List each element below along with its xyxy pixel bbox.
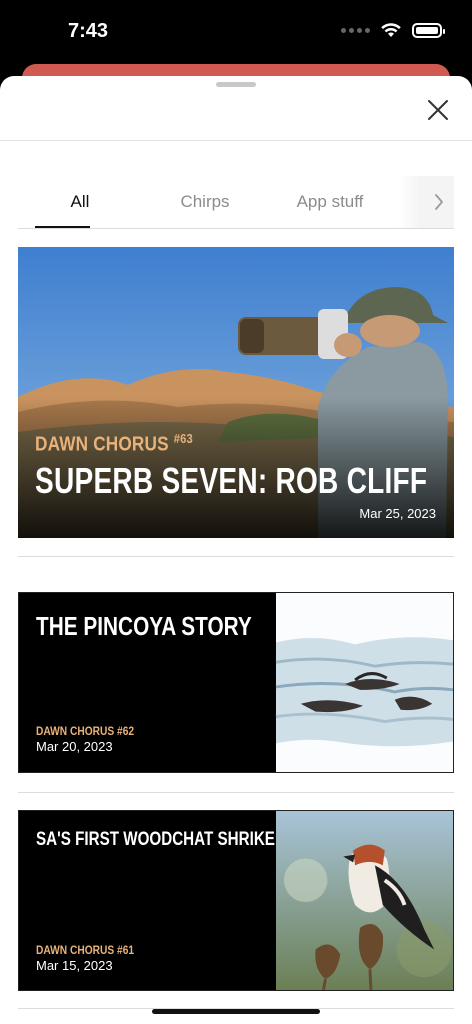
featured-series-number: #63 [173,431,193,446]
wifi-icon [381,23,401,37]
status-bar: 7:43 [0,0,472,66]
battery-icon [412,22,445,38]
article-text-panel: THE PINCOYA STORY DAWN CHORUS #62 Mar 20… [19,593,275,772]
home-indicator [152,1009,320,1014]
article-series: DAWN CHORUS #62 [36,724,135,738]
article-thumbnail [275,593,453,772]
close-button[interactable] [424,96,452,124]
chevron-right-icon [435,194,443,210]
article-date: Mar 20, 2023 [36,739,113,754]
article-card[interactable]: THE PINCOYA STORY DAWN CHORUS #62 Mar 20… [18,592,454,773]
article-title: SA'S FIRST WOODCHAT SHRIKE! [36,829,280,850]
featured-article-card[interactable]: DAWN CHORUS #63 SUPERB SEVEN: ROB CLIFF … [18,247,454,538]
featured-date: Mar 25, 2023 [359,506,436,521]
featured-series-name: DAWN CHORUS [35,433,169,456]
tab-chirps[interactable]: Chirps [142,176,268,226]
close-icon [428,100,448,120]
status-time: 7:43 [68,20,109,42]
featured-series-label: DAWN CHORUS #63 [35,431,193,457]
tab-scroll-next-button[interactable] [398,176,454,228]
tab-app-stuff[interactable]: App stuff [268,176,392,226]
status-icons [341,22,445,38]
tab-all[interactable]: All [18,176,142,226]
article-series: DAWN CHORUS #61 [36,943,135,957]
list-divider [18,556,454,557]
header-divider [0,140,472,141]
modal-sheet: All Chirps App stuff DAWN CHORUS #63 SUP… [0,76,472,1024]
article-text-panel: SA'S FIRST WOODCHAT SHRIKE! DAWN CHORUS … [19,811,280,990]
article-title: THE PINCOYA STORY [36,611,252,641]
tabs-divider [18,228,454,229]
article-date: Mar 15, 2023 [36,958,113,973]
list-divider [18,792,454,793]
sheet-grabber[interactable] [216,82,256,87]
tab-bar: All Chirps App stuff [18,176,454,230]
article-thumbnail [275,811,453,990]
article-card[interactable]: SA'S FIRST WOODCHAT SHRIKE! DAWN CHORUS … [18,810,454,991]
featured-title: SUPERB SEVEN: ROB CLIFF [35,460,428,501]
signal-dots-icon [341,27,370,33]
